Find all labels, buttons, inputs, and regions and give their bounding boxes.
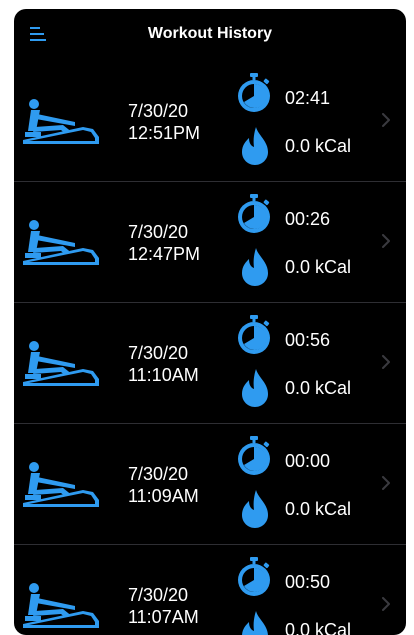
workout-time: 11:07AM — [128, 607, 199, 627]
flame-icon — [242, 490, 268, 528]
workout-row[interactable]: 7/30/20 12:47PM 00:26 0.0 kCal — [14, 181, 406, 302]
workout-duration: 00:56 — [285, 330, 331, 350]
workout-row[interactable]: 7/30/20 11:09AM 00:00 0.0 kCal — [14, 423, 406, 544]
workout-date: 7/30/20 — [128, 343, 189, 363]
flame-icon — [242, 369, 268, 407]
page-title: Workout History — [147, 25, 273, 42]
workout-row[interactable]: 7/30/20 11:07AM 00:50 0.0 kCal — [14, 544, 406, 635]
flame-icon — [242, 127, 268, 165]
workout-list: 7/30/20 12:51PM 02:41 0.0 kCal 7/30/20 1… — [14, 61, 406, 635]
workout-calories: 0.0 kCal — [285, 620, 352, 635]
workout-time: 12:51PM — [128, 123, 201, 143]
rowing-machine-icon — [23, 583, 99, 628]
stopwatch-icon — [238, 194, 270, 233]
rowing-machine-icon — [23, 462, 99, 507]
workout-row[interactable]: 7/30/20 12:51PM 02:41 0.0 kCal — [14, 61, 406, 181]
workout-duration: 00:00 — [285, 451, 331, 471]
stopwatch-icon — [238, 436, 270, 475]
chevron-right-icon — [382, 234, 390, 248]
workout-row[interactable]: 7/30/20 11:10AM 00:56 0.0 kCal — [14, 302, 406, 423]
app-screen: Workout History 7/30/20 12:51PM 02:41 0.… — [14, 9, 406, 635]
workout-time: 11:10AM — [128, 365, 199, 385]
workout-date: 7/30/20 — [128, 464, 189, 484]
rowing-machine-icon — [23, 341, 99, 386]
workout-duration: 02:41 — [285, 88, 331, 108]
stopwatch-icon — [238, 557, 270, 596]
workout-date: 7/30/20 — [128, 101, 189, 121]
chevron-right-icon — [382, 597, 390, 611]
workout-calories: 0.0 kCal — [285, 378, 352, 398]
workout-time: 11:09AM — [128, 486, 199, 506]
nav-bar: Workout History — [14, 9, 406, 61]
rowing-machine-icon — [23, 220, 99, 265]
stopwatch-icon — [238, 315, 270, 354]
flame-icon — [242, 611, 268, 635]
chevron-right-icon — [382, 355, 390, 369]
flame-icon — [242, 248, 268, 286]
workout-time: 12:47PM — [128, 244, 201, 264]
workout-calories: 0.0 kCal — [285, 257, 352, 277]
workout-calories: 0.0 kCal — [285, 136, 352, 156]
chevron-right-icon — [382, 476, 390, 490]
stopwatch-icon — [238, 73, 270, 112]
workout-duration: 00:50 — [285, 572, 331, 592]
workout-date: 7/30/20 — [128, 585, 189, 605]
chevron-right-icon — [382, 113, 390, 127]
workout-date: 7/30/20 — [128, 222, 189, 242]
workout-duration: 00:26 — [285, 209, 331, 229]
workout-calories: 0.0 kCal — [285, 499, 352, 519]
rowing-machine-icon — [23, 99, 99, 144]
